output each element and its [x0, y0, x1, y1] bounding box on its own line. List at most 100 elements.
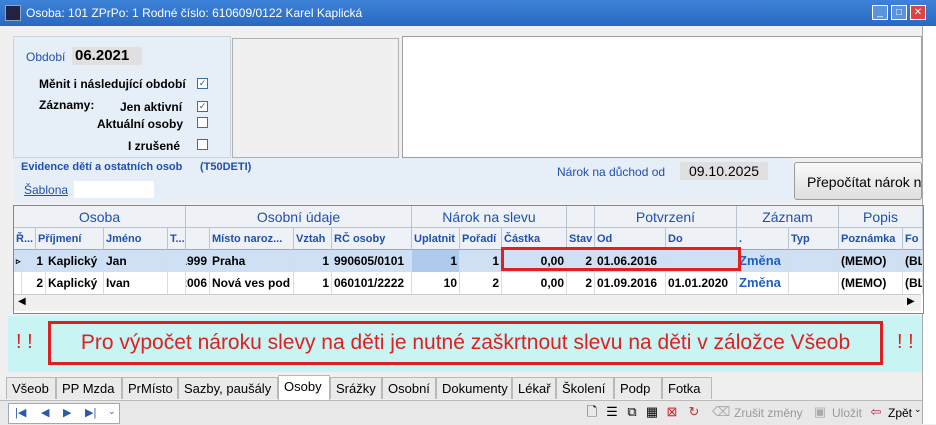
tab-lekar[interactable]: Lékař [512, 377, 556, 399]
col-misto[interactable]: Místo naroz... [210, 228, 294, 250]
col-uplatnit[interactable]: Uplatnit [412, 228, 460, 250]
back-icon: ⇦ [870, 404, 882, 419]
cell-misto[interactable]: Praha [210, 250, 294, 272]
scroll-right-icon[interactable]: ▶ [907, 296, 915, 307]
cell-do[interactable]: 01.01.2020 [666, 272, 737, 294]
cell-poradi[interactable]: 2 [460, 272, 502, 294]
tab-podp[interactable]: Podp [614, 377, 662, 399]
cell-uplatnit[interactable]: 10 [412, 272, 460, 294]
row-indicator [14, 272, 22, 294]
tab-pp-mzda[interactable]: PP Mzda [56, 377, 122, 399]
col-jmeno[interactable]: Jméno [104, 228, 168, 250]
col-rc[interactable]: RČ osoby [332, 228, 412, 250]
tab-dokumenty[interactable]: Dokumenty [436, 377, 512, 399]
menit-checkbox[interactable]: ✓ [197, 78, 208, 89]
scroll-left-icon[interactable]: ◀ [18, 296, 26, 307]
cell-misto[interactable]: Nová ves pod [210, 272, 294, 294]
group-popis: Popis [839, 206, 923, 228]
cell-od[interactable]: 01.09.2016 [595, 272, 666, 294]
cell-typ[interactable] [789, 272, 839, 294]
zrusene-checkbox[interactable] [197, 139, 208, 150]
refresh-icon[interactable]: ↻ [686, 404, 702, 420]
jen-aktivni-checkbox[interactable]: ✓ [197, 101, 208, 112]
tab-fotka[interactable]: Fotka [662, 377, 712, 399]
cell-typ[interactable] [789, 250, 839, 272]
col-vztah[interactable]: Vztah [294, 228, 332, 250]
cell-vztah[interactable]: 1 [294, 250, 332, 272]
nav-dropdown-icon[interactable]: ⌄ [108, 406, 116, 417]
obdobi-label: Období [26, 50, 66, 64]
cell-prijmeni[interactable]: Kaplický [46, 272, 104, 294]
cell-rok[interactable]: 2006 [186, 272, 210, 294]
col-poznamka[interactable]: Poznámka [839, 228, 903, 250]
cell-jmeno[interactable]: Ivan [104, 272, 168, 294]
tab-osobni[interactable]: Osobní [382, 377, 436, 399]
col-rok[interactable] [186, 228, 210, 250]
first-record-icon[interactable]: |◀ [15, 406, 26, 419]
sablona-field[interactable] [74, 181, 154, 198]
prev-record-icon[interactable]: ◀ [41, 406, 49, 419]
col-fo[interactable]: Fo [903, 228, 923, 250]
cell-vztah[interactable]: 1 [294, 272, 332, 294]
copy-records-icon[interactable]: ⧉ [624, 404, 640, 420]
back-button[interactable]: Zpět [888, 406, 912, 420]
cell-r[interactable]: 1 [22, 250, 46, 272]
tab-skoleni[interactable]: Školení [556, 377, 614, 399]
cell-poradi[interactable]: 1 [460, 250, 502, 272]
cell-zmena-link[interactable]: Změna [737, 250, 789, 272]
col-prijmeni[interactable]: Příjmení [36, 228, 104, 250]
window-title: Osoba: 101 ZPrPo: 1 Rodné číslo: 610609/… [26, 6, 363, 20]
last-record-icon[interactable]: ▶| [85, 406, 96, 419]
tab-sazby[interactable]: Sazby, paušály [178, 377, 278, 399]
cell-t[interactable] [168, 250, 186, 272]
maximize-button[interactable]: □ [891, 5, 907, 20]
narok-date-field[interactable]: 09.10.2025 [680, 162, 768, 180]
aktualni-checkbox[interactable] [197, 117, 208, 128]
back-dropdown-icon[interactable]: ⌄ [914, 404, 922, 415]
table-row[interactable]: 2 Kaplický Ivan 2006 Nová ves pod 1 0601… [14, 272, 923, 294]
save-button[interactable]: Uložit [832, 406, 862, 420]
tab-srazky[interactable]: Srážky [330, 377, 382, 399]
cell-poznamka[interactable]: (MEMO) [839, 272, 903, 294]
cell-fo[interactable]: (BL [903, 272, 923, 294]
tab-osoby[interactable]: Osoby [278, 375, 330, 400]
cell-fo[interactable]: (BL [903, 250, 923, 272]
duplicate-icon[interactable]: ▦ [644, 404, 660, 420]
horizontal-scrollbar[interactable]: ◀ ▶ [14, 294, 921, 311]
cancel-changes-button[interactable]: Zrušit změny [734, 406, 803, 420]
cell-r[interactable]: 2 [22, 272, 46, 294]
col-poradi[interactable]: Pořadí [460, 228, 502, 250]
recalc-button[interactable]: Přepočítat nárok na [794, 162, 922, 200]
cell-rok[interactable]: 1999 [186, 250, 210, 272]
jen-aktivni-label: Jen aktivní [120, 100, 183, 114]
col-r[interactable]: Ř... [14, 228, 36, 250]
row-indicator: ▹ [14, 250, 22, 272]
col-t[interactable]: T... [168, 228, 186, 250]
cell-rc[interactable]: 060101/2222 [332, 272, 412, 294]
minimize-button[interactable]: _ [872, 5, 888, 20]
cell-t[interactable] [168, 272, 186, 294]
sablona-label: Šablona [24, 183, 69, 197]
exclaim-left: ! ! [16, 331, 33, 353]
cell-prijmeni[interactable]: Kaplický [46, 250, 104, 272]
cell-rc[interactable]: 990605/0101 [332, 250, 412, 272]
cell-uplatnit[interactable]: 1 [412, 250, 460, 272]
evidence-title: Evidence dětí a ostatních osob [21, 161, 183, 173]
new-document-icon[interactable]: 🗋 [584, 404, 600, 420]
cell-jmeno[interactable]: Jan [104, 250, 168, 272]
delete-icon[interactable]: ⊠ [664, 404, 680, 420]
next-record-icon[interactable]: ▶ [63, 406, 71, 419]
col-typ[interactable]: Typ [789, 228, 839, 250]
cell-zmena-link[interactable]: Změna [737, 272, 789, 294]
obdobi-field[interactable]: 06.2021 [72, 47, 142, 65]
cell-castka[interactable]: 0,00 [502, 272, 567, 294]
col-zmena[interactable]: . [737, 228, 789, 250]
close-button[interactable]: ✕ [910, 5, 926, 20]
edit-list-icon[interactable]: ☰ [604, 404, 620, 420]
cell-poznamka[interactable]: (MEMO) [839, 250, 903, 272]
tab-prmisto[interactable]: PrMísto [122, 377, 178, 399]
cell-stav[interactable]: 2 [567, 272, 595, 294]
table-row[interactable]: ▹ 1 Kaplický Jan 1999 Praha 1 990605/010… [14, 250, 923, 272]
tab-vseob[interactable]: Všeob [6, 377, 56, 399]
memo-box[interactable] [402, 36, 922, 158]
